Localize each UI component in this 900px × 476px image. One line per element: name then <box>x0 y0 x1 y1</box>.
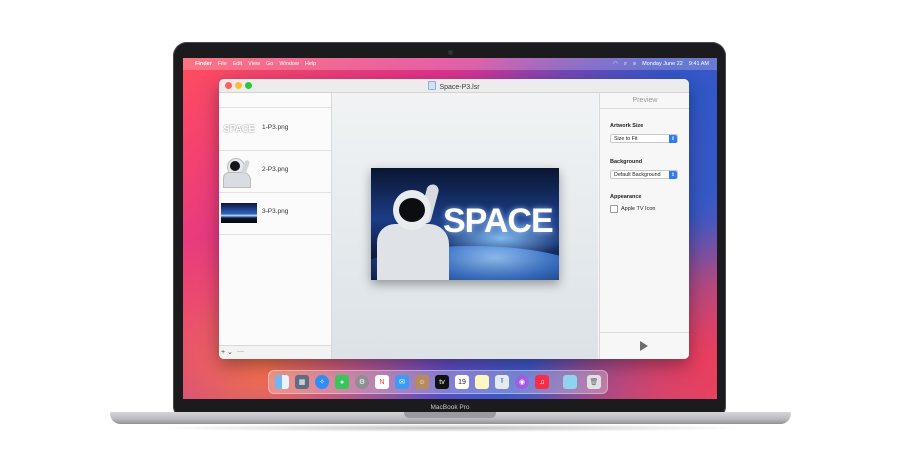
play-icon[interactable] <box>640 341 648 351</box>
title-bar[interactable]: Space-P3.lsr <box>219 79 689 93</box>
menu-date[interactable]: Monday June 22 <box>642 61 683 67</box>
remove-layer-button[interactable]: — <box>237 348 244 355</box>
background-label: Background <box>610 159 643 165</box>
search-icon[interactable]: ⌕ <box>624 61 627 68</box>
background-value: Default Background <box>614 172 661 178</box>
checkbox-box[interactable] <box>610 205 618 213</box>
astronaut-body <box>377 224 449 280</box>
settings-icon[interactable]: ⚙ <box>355 375 369 389</box>
artwork-size-label: Artwork Size <box>610 123 644 129</box>
news-icon[interactable]: N <box>375 375 389 389</box>
layer-thumbnail-text: SPACE <box>223 123 255 135</box>
appletv-icon[interactable]: tv <box>435 375 449 389</box>
inspector-header[interactable]: Preview <box>600 93 689 109</box>
sidebar-header <box>219 93 331 108</box>
instruments-icon[interactable]: ⫪ <box>495 375 509 389</box>
inspector-panel: Preview Artwork Size Size to Fit ⇕ Backg… <box>599 93 689 359</box>
add-layer-label: + <box>221 349 226 356</box>
background-select[interactable]: Default Background ⇕ <box>610 170 678 179</box>
layer-sidebar: SPACE 1-P3.png 2-P3.png 3-P3.png + ⌄ — <box>219 93 332 359</box>
menu-finder[interactable]: Finder <box>195 61 212 67</box>
laptop-shadow <box>150 424 750 432</box>
chevron-updown-icon: ⇕ <box>669 135 677 143</box>
contacts-icon[interactable]: ☺ <box>415 375 429 389</box>
trash-icon[interactable]: 🗑 <box>587 375 601 389</box>
sidebar-footer: + ⌄ — <box>219 345 331 359</box>
preview-icon[interactable] <box>563 375 577 389</box>
music-icon[interactable]: ♫ <box>535 375 549 389</box>
canvas-area: SPACE <box>332 93 598 359</box>
layer-thumbnail <box>221 156 257 188</box>
layer-thumbnail: SPACE <box>221 114 257 144</box>
wifi-icon[interactable]: ◠ <box>613 61 618 67</box>
dock: ▦ ✧ ● ⚙ N ✉ ☺ tv 19 ⫪ ◉ ♫ 🗑 <box>268 370 608 394</box>
window-title: Space-P3.lsr <box>219 81 689 91</box>
layer-name: 1-P3.png <box>262 124 289 131</box>
calendar-day: 19 <box>458 378 466 386</box>
laptop-notch <box>404 412 496 418</box>
chevron-updown-icon: ⇕ <box>669 171 677 179</box>
menu-go[interactable]: Go <box>266 61 273 67</box>
menu-window[interactable]: Window <box>279 61 299 67</box>
layer-thumbnail <box>221 203 257 223</box>
control-center-icon[interactable]: ≡ <box>633 61 636 67</box>
menu-view[interactable]: View <box>248 61 260 67</box>
apple-tv-icon-checkbox[interactable]: Apple TV Icon <box>610 205 655 213</box>
camera-icon <box>448 50 453 55</box>
finder-icon[interactable] <box>275 375 289 389</box>
layer-row-3[interactable]: 3-P3.png <box>219 192 331 235</box>
notes-icon[interactable] <box>475 375 489 389</box>
safari-icon[interactable]: ✧ <box>315 375 329 389</box>
layer-name: 2-P3.png <box>262 166 289 173</box>
astronaut-visor <box>399 198 425 222</box>
artwork-size-select[interactable]: Size to Fit ⇕ <box>610 134 678 143</box>
layer-name: 3-P3.png <box>262 208 289 215</box>
appearance-label: Appearance <box>610 194 642 200</box>
mail-icon[interactable]: ✉ <box>395 375 409 389</box>
menu-file[interactable]: File <box>218 61 227 67</box>
calendar-icon[interactable]: 19 <box>455 375 469 389</box>
launchpad-icon[interactable]: ▦ <box>295 375 309 389</box>
layer-row-1[interactable]: SPACE 1-P3.png <box>219 108 331 151</box>
menu-time[interactable]: 9:41 AM <box>689 61 709 67</box>
add-layer-button[interactable]: + ⌄ <box>221 348 233 356</box>
device-label: MacBook Pro <box>430 404 470 411</box>
menu-bar: Finder File Edit View Go Window Help ◠ ⌕… <box>183 58 717 70</box>
inspector-footer <box>600 332 689 359</box>
artwork-preview[interactable]: SPACE <box>371 168 559 280</box>
app-window: Space-P3.lsr SPACE 1-P3.png 2-P3.png 3-P… <box>219 79 689 359</box>
desktop: Finder File Edit View Go Window Help ◠ ⌕… <box>183 58 717 399</box>
podcasts-icon[interactable]: ◉ <box>515 375 529 389</box>
document-icon <box>428 81 437 90</box>
menu-extras: ◠ ⌕ ≡ Monday June 22 9:41 AM <box>607 61 709 68</box>
artwork-size-value: Size to Fit <box>614 136 638 142</box>
layer-row-2[interactable]: 2-P3.png <box>219 150 331 193</box>
checkbox-label: Apple TV Icon <box>621 206 656 212</box>
menu-help[interactable]: Help <box>305 61 316 67</box>
messages-icon[interactable]: ● <box>335 375 349 389</box>
menu-edit[interactable]: Edit <box>233 61 242 67</box>
artwork-title: SPACE <box>443 202 554 240</box>
window-title-text: Space-P3.lsr <box>439 84 480 91</box>
